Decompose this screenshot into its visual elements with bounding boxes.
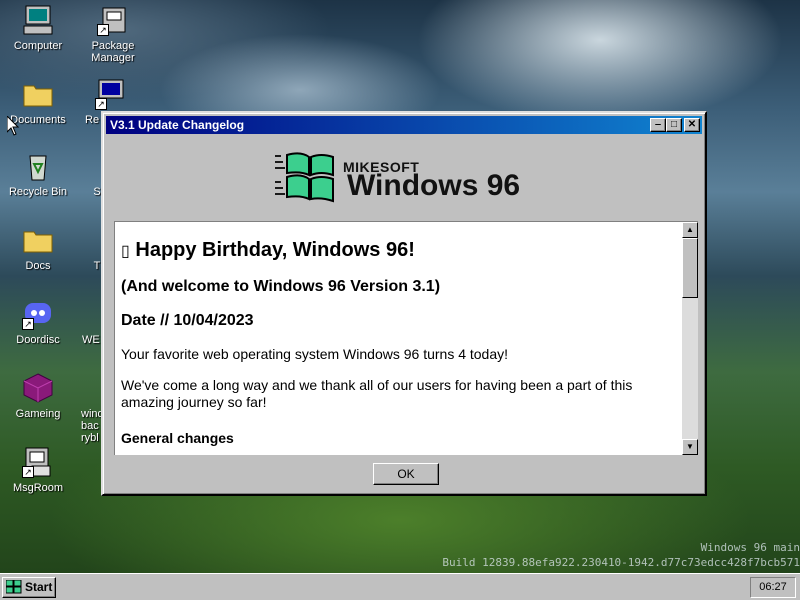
- desktop-icon-label: wind bac rybl: [81, 408, 104, 444]
- shortcut-arrow-icon: ↗: [97, 24, 109, 36]
- heading-text: Happy Birthday, Windows 96!: [135, 239, 415, 261]
- desktop-icon-we[interactable]: WE: [82, 298, 102, 346]
- recycle-bin-icon: [22, 150, 54, 182]
- changelog-section-title: General changes: [121, 430, 234, 446]
- desktop-icon-label: Doordisc: [16, 334, 60, 346]
- desktop-icon-label: Package Manager: [91, 40, 135, 64]
- computer-icon: [22, 4, 54, 36]
- desktop-icon-label: Gameing: [15, 408, 61, 420]
- heading-glyph-icon: ▯: [121, 243, 130, 260]
- windows-flag-icon: [275, 152, 334, 203]
- minimize-icon: ‒: [655, 119, 661, 130]
- maximize-icon: □: [670, 119, 678, 130]
- scroll-thumb[interactable]: [682, 238, 698, 298]
- ok-button[interactable]: OK: [373, 463, 439, 485]
- doordisc-icon: ↗: [22, 298, 54, 330]
- monitor-icon: ↗: [95, 78, 127, 110]
- shortcut-arrow-icon: ↗: [95, 98, 107, 110]
- desktop-icon-msgroom[interactable]: ↗ MsgRoom: [2, 446, 74, 494]
- window-title: V3.1 Update Changelog: [110, 118, 245, 132]
- desktop-icon-wind[interactable]: wind bac rybl: [81, 372, 104, 444]
- desktop-icon-label: MsgRoom: [12, 482, 64, 494]
- changelog-window: V3.1 Update Changelog ‒ □ ✕ MIKESOFT Win…: [101, 111, 707, 496]
- shortcut-arrow-icon: ↗: [22, 318, 34, 330]
- desktop-icon-label: Computer: [13, 40, 63, 52]
- mouse-cursor-icon: [7, 116, 19, 136]
- desktop-icon-docs[interactable]: Docs: [2, 224, 74, 272]
- desktop-icon-label: Recycle Bin: [8, 186, 68, 198]
- shortcut-arrow-icon: ↗: [22, 466, 34, 478]
- desktop-icon-package-manager[interactable]: ↗ Package Manager: [77, 4, 149, 64]
- changelog-date: Date // 10/04/2023: [121, 312, 254, 329]
- desktop-icon-computer[interactable]: Computer: [2, 4, 74, 52]
- msgroom-icon: ↗: [22, 446, 54, 478]
- desktop-icon-label: WE: [82, 334, 100, 346]
- changelog-paragraph-1: Your favorite web operating system Windo…: [121, 346, 509, 362]
- start-button[interactable]: Start: [2, 577, 56, 598]
- close-icon: ✕: [687, 119, 697, 130]
- changelog-content[interactable]: ▯ Happy Birthday, Windows 96! (And welco…: [114, 221, 698, 455]
- build-line-2: Build 12839.88efa922.230410-1942.d77c73e…: [442, 556, 800, 569]
- arrow-up-icon: ▲: [686, 225, 694, 234]
- desktop-icon-recycle-bin[interactable]: Recycle Bin: [2, 150, 74, 198]
- folder-icon: [22, 224, 54, 256]
- changelog-subheading: (And welcome to Windows 96 Version 3.1): [121, 278, 441, 295]
- changelog-heading: ▯ Happy Birthday, Windows 96!: [121, 239, 415, 262]
- taskbar-clock[interactable]: 06:27: [750, 577, 796, 598]
- build-watermark: Windows 96 main Build 12839.88efa922.230…: [442, 540, 800, 570]
- package-icon: ↗: [97, 4, 129, 36]
- desktop-icon-gameing[interactable]: Gameing: [2, 372, 74, 420]
- start-label: Start: [25, 580, 53, 594]
- changelog-paragraph-2: We've come a long way and we thank all o…: [121, 377, 633, 410]
- window-titlebar[interactable]: V3.1 Update Changelog ‒ □ ✕: [106, 116, 702, 134]
- desktop-icon-doordisc[interactable]: ↗ Doordisc: [2, 298, 74, 346]
- windows-logo-icon: [6, 580, 22, 594]
- maximize-button[interactable]: □: [666, 118, 682, 132]
- minimize-button[interactable]: ‒: [650, 118, 666, 132]
- vertical-scrollbar[interactable]: ▲ ▼: [682, 222, 698, 455]
- logo-product: Windows 96: [347, 169, 521, 202]
- windows96-logo: MIKESOFT Windows 96: [273, 151, 543, 207]
- game-cube-icon: [22, 372, 54, 404]
- build-line-1: Windows 96 main: [700, 541, 800, 554]
- folder-icon: [22, 78, 54, 110]
- arrow-down-icon: ▼: [686, 442, 694, 451]
- close-button[interactable]: ✕: [684, 118, 700, 132]
- desktop-icon-label: Docs: [25, 260, 51, 272]
- scroll-down-button[interactable]: ▼: [682, 439, 698, 455]
- scroll-up-button[interactable]: ▲: [682, 222, 698, 238]
- taskbar: Start 06:27: [0, 573, 800, 600]
